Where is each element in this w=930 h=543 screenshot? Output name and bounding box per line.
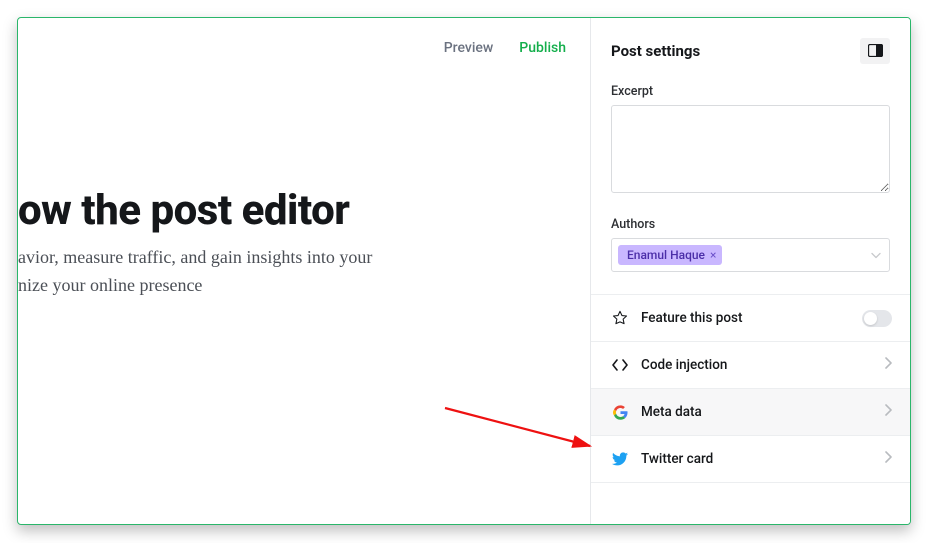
google-icon: [611, 405, 629, 420]
publish-link[interactable]: Publish: [519, 40, 566, 56]
authors-select[interactable]: Enamul Haque ×: [611, 238, 890, 272]
remove-author-icon[interactable]: ×: [710, 248, 716, 262]
code-icon: [611, 358, 629, 372]
excerpt-label: Excerpt: [611, 84, 890, 99]
twitter-card-label: Twitter card: [641, 451, 713, 467]
editor-window: Preview Publish ow the post editor avior…: [17, 17, 911, 525]
authors-section: Authors Enamul Haque ×: [591, 201, 910, 276]
feature-post-toggle[interactable]: [862, 310, 892, 327]
post-body[interactable]: avior, measure traffic, and gain insight…: [18, 244, 448, 300]
post-body-line1: avior, measure traffic, and gain insight…: [18, 247, 372, 267]
twitter-card-row[interactable]: Twitter card: [591, 436, 910, 483]
feature-post-label: Feature this post: [641, 310, 742, 326]
sidebar-header: Post settings: [591, 18, 910, 72]
sidebar-title: Post settings: [611, 42, 700, 60]
chevron-down-icon: [871, 251, 881, 261]
excerpt-section: Excerpt: [591, 72, 910, 201]
chevron-right-icon: [884, 357, 892, 373]
chevron-right-icon: [884, 451, 892, 467]
star-icon: [611, 310, 629, 326]
authors-dropdown-trigger[interactable]: [871, 246, 881, 265]
excerpt-input[interactable]: [611, 105, 890, 193]
toggle-sidebar-button[interactable]: [860, 38, 890, 64]
authors-label: Authors: [611, 217, 890, 232]
top-actions: Preview Publish: [444, 40, 566, 56]
settings-rows: Feature this post Code injection: [591, 294, 910, 483]
feature-post-row[interactable]: Feature this post: [591, 295, 910, 342]
meta-data-label: Meta data: [641, 404, 702, 420]
sidebar-panel-icon: [868, 42, 883, 61]
author-chip-name: Enamul Haque: [627, 248, 705, 262]
code-injection-label: Code injection: [641, 357, 727, 373]
meta-data-row[interactable]: Meta data: [591, 389, 910, 436]
preview-link[interactable]: Preview: [444, 40, 494, 56]
code-injection-row[interactable]: Code injection: [591, 342, 910, 389]
twitter-icon: [611, 452, 629, 466]
chevron-right-icon: [884, 404, 892, 420]
editor-pane: Preview Publish ow the post editor avior…: [18, 18, 590, 524]
author-chip: Enamul Haque ×: [618, 245, 722, 265]
settings-sidebar: Post settings Excerpt Authors Enamul Haq…: [590, 18, 910, 524]
post-title[interactable]: ow the post editor: [18, 186, 349, 235]
post-body-line2: nize your online presence: [18, 275, 202, 295]
